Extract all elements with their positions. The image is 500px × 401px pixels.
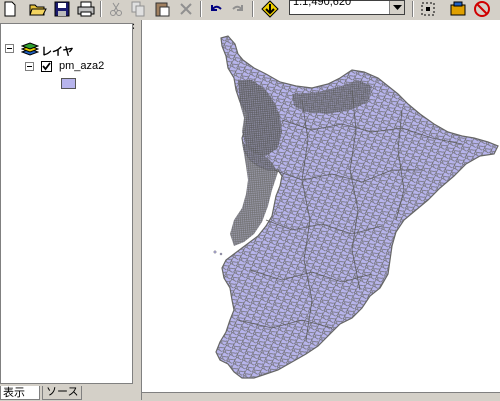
collapse-layers-toggle[interactable] [5, 44, 14, 53]
delete-icon[interactable] [176, 0, 196, 18]
cut-icon[interactable] [106, 0, 126, 18]
undo-icon[interactable] [206, 0, 226, 18]
open-folder-icon[interactable] [28, 0, 48, 18]
chevron-down-icon[interactable] [389, 1, 404, 14]
chiba-map [213, 35, 499, 379]
scale-selector[interactable]: 1:1,490,620 [289, 0, 405, 15]
new-document-icon[interactable] [0, 0, 20, 18]
layers-stack-icon [20, 41, 40, 60]
arc-toolbox-icon[interactable] [448, 0, 468, 18]
toc-tree: レイヤ pm_aza2 [0, 23, 133, 384]
redo-icon[interactable] [228, 0, 248, 18]
stop-icon[interactable] [472, 0, 492, 18]
main-toolbar: 1:1,490,620 [0, 0, 500, 21]
add-data-icon[interactable] [260, 0, 280, 18]
print-icon[interactable] [76, 0, 96, 18]
tab-source[interactable]: ソース [42, 386, 82, 400]
copy-icon[interactable] [128, 0, 148, 18]
save-icon[interactable] [52, 0, 72, 18]
table-of-contents-panel: × レイヤ pm_aza2 [0, 20, 138, 386]
layer-name[interactable]: pm_aza2 [59, 60, 104, 72]
collapse-layer-toggle[interactable] [25, 62, 34, 71]
scale-value: 1:1,490,620 [293, 0, 352, 8]
paste-icon[interactable] [152, 0, 172, 18]
layer-legend-swatch [61, 78, 76, 89]
layer-visibility-checkbox[interactable] [41, 61, 52, 72]
tab-display[interactable]: 表示 [0, 386, 40, 400]
identify-results-icon[interactable] [418, 0, 438, 18]
layers-root-label[interactable]: レイヤ [41, 43, 74, 59]
map-view[interactable] [142, 20, 500, 392]
